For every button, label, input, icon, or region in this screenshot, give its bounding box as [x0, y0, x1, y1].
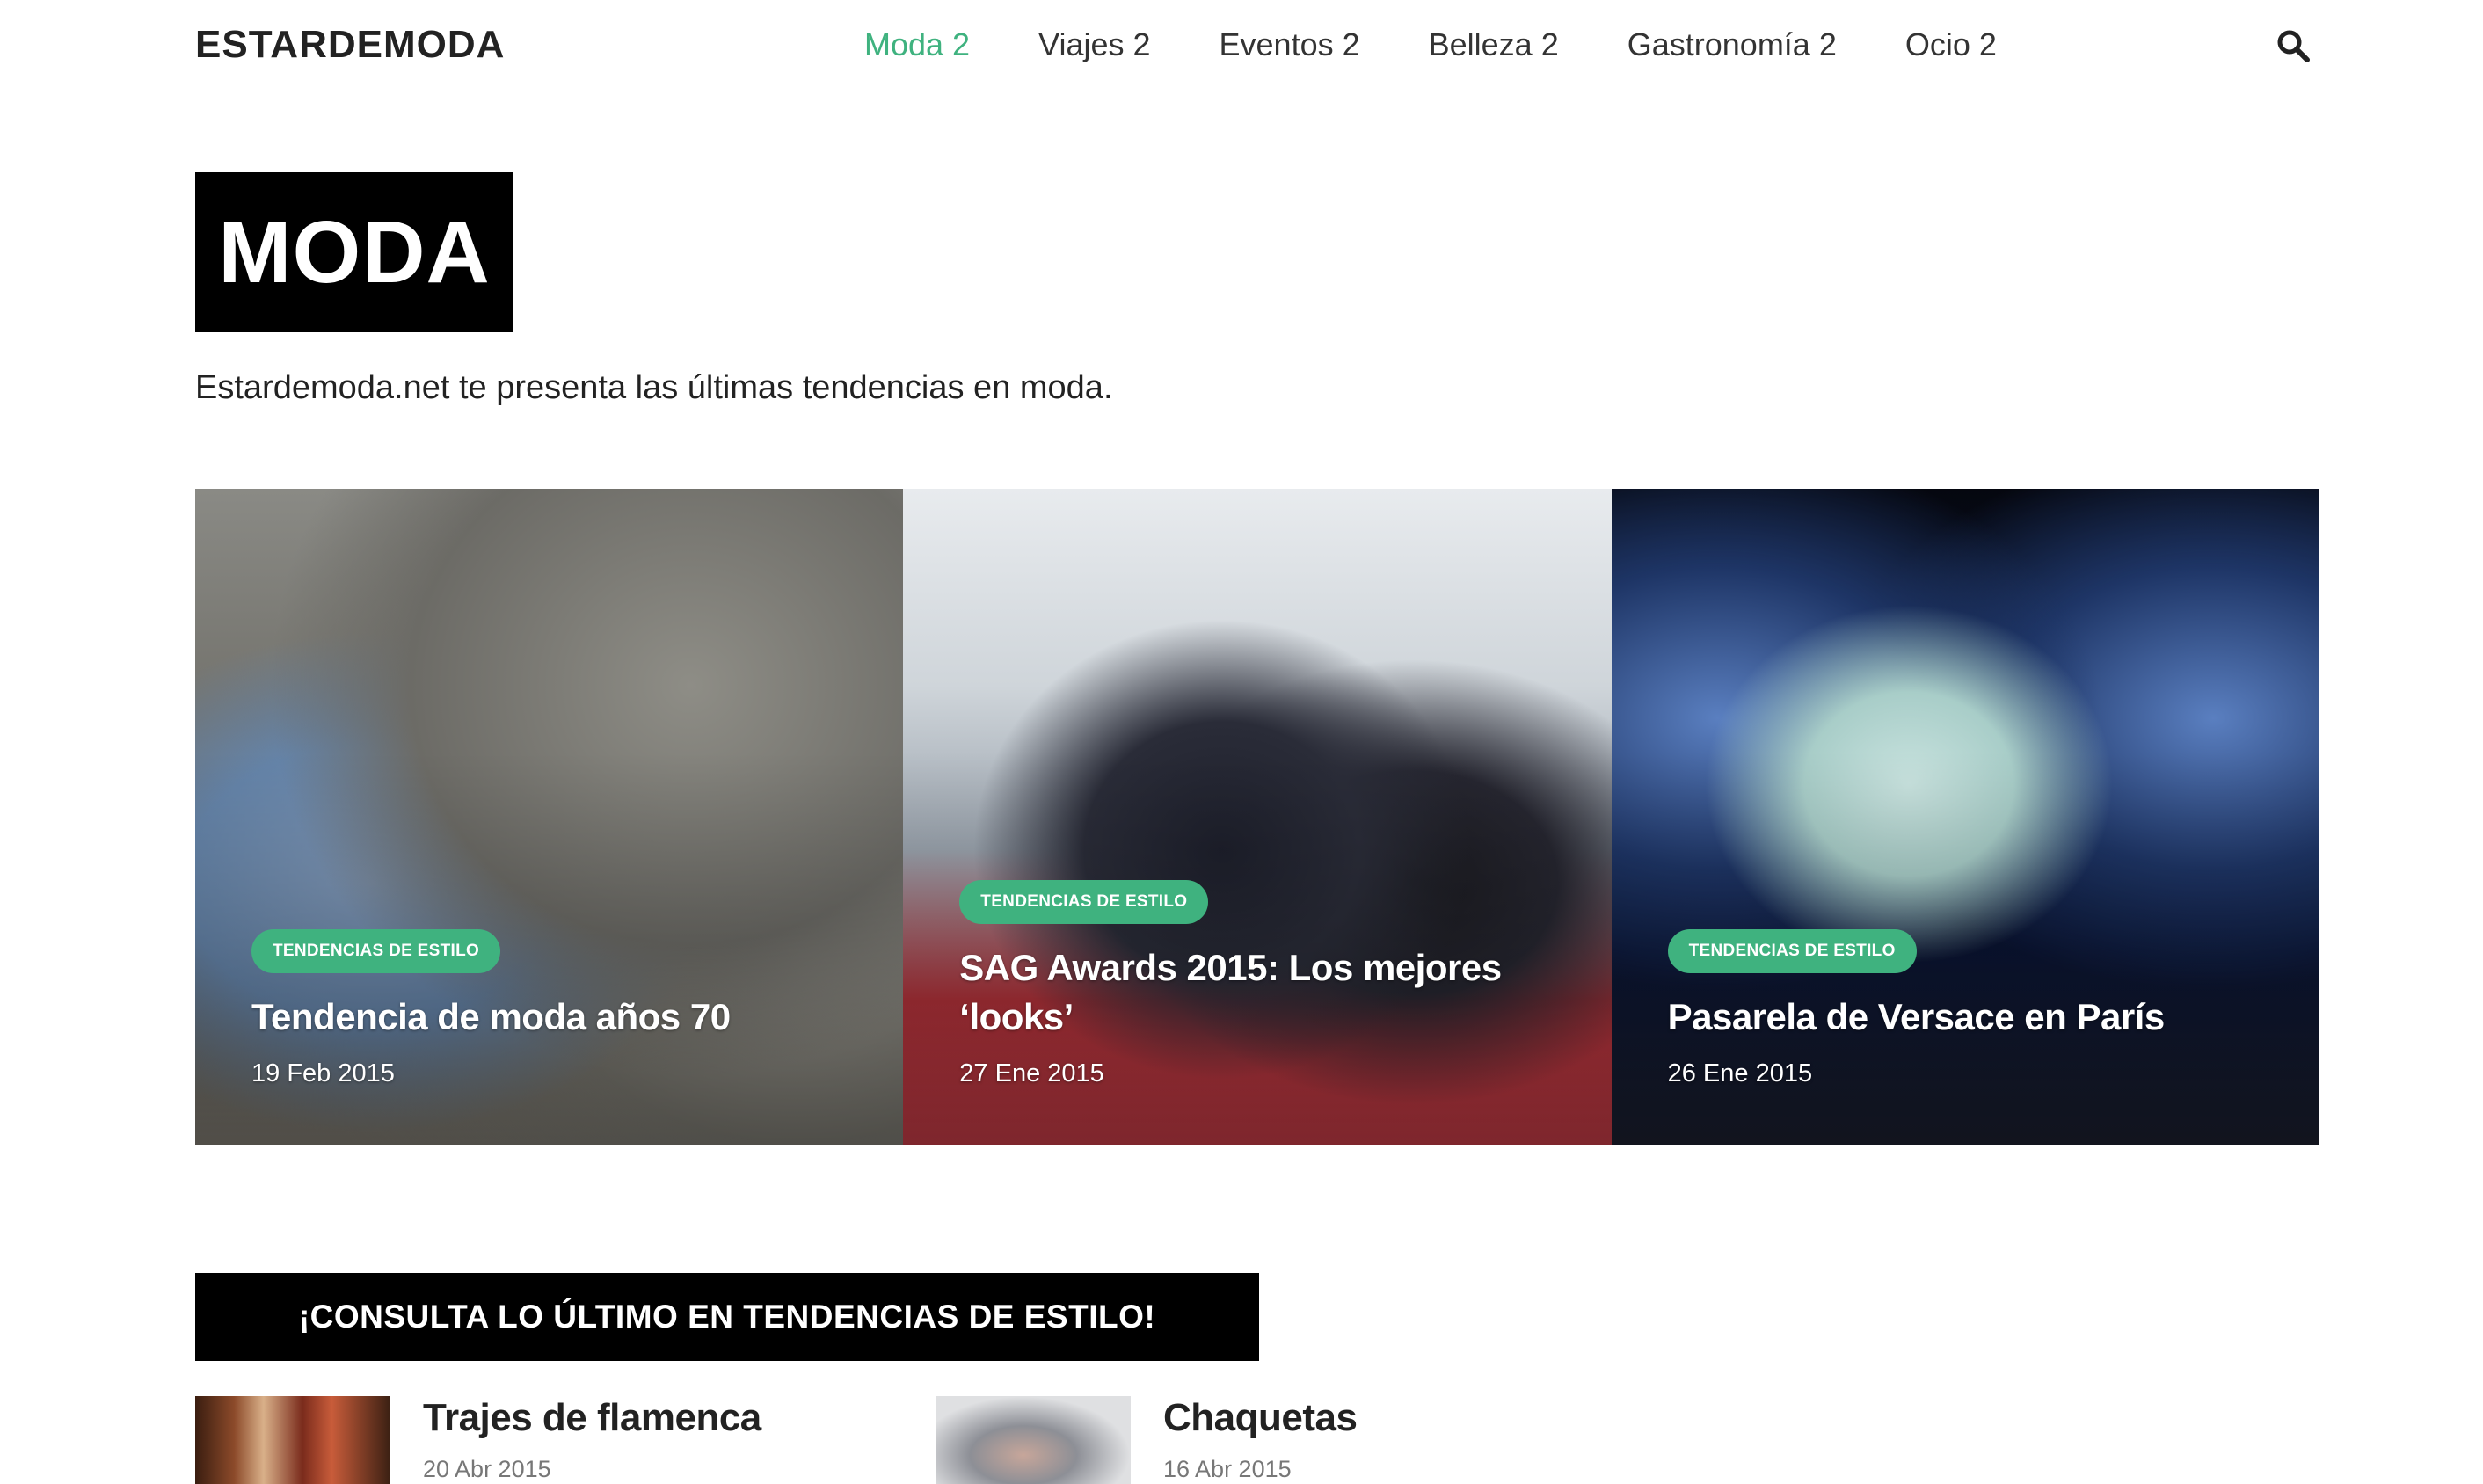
- list-item-text: Chaquetas 16 Abr 2015: [1163, 1396, 1358, 1484]
- featured-card[interactable]: TENDENCIAS DE ESTILO SAG Awards 2015: Lo…: [903, 489, 1612, 1145]
- site-header: ESTARDEMODA Moda 2 Viajes 2 Eventos 2 Be…: [0, 0, 2483, 91]
- nav-item-ocio[interactable]: Ocio 2: [1905, 26, 1997, 63]
- list-item[interactable]: Trajes de flamenca 20 Abr 2015: [195, 1396, 761, 1484]
- category-badge[interactable]: TENDENCIAS DE ESTILO: [959, 880, 1209, 924]
- page-title-box: MODA: [195, 172, 513, 332]
- card-title[interactable]: Pasarela de Versace en París: [1668, 993, 2284, 1042]
- category-badge[interactable]: TENDENCIAS DE ESTILO: [1667, 929, 1917, 973]
- nav-item-belleza[interactable]: Belleza 2: [1429, 26, 1559, 63]
- list-item[interactable]: Chaquetas 16 Abr 2015: [936, 1396, 1358, 1484]
- card-date: 27 Ene 2015: [959, 1059, 1104, 1088]
- card-title[interactable]: Tendencia de moda años 70: [251, 993, 868, 1042]
- featured-cards: TENDENCIAS DE ESTILO Tendencia de moda a…: [195, 489, 2319, 1145]
- list-item-title[interactable]: Chaquetas: [1163, 1396, 1358, 1440]
- list-item-date: 20 Abr 2015: [423, 1456, 551, 1482]
- category-badge[interactable]: TENDENCIAS DE ESTILO: [251, 929, 501, 973]
- page-description: Estardemoda.net te presenta las últimas …: [195, 369, 1113, 406]
- list-item-date: 16 Abr 2015: [1163, 1456, 1292, 1482]
- card-date: 26 Ene 2015: [1667, 1059, 1813, 1088]
- site-logo[interactable]: ESTARDEMODA: [195, 23, 505, 67]
- card-content: TENDENCIAS DE ESTILO SAG Awards 2015: Lo…: [959, 880, 1576, 1088]
- card-content: TENDENCIAS DE ESTILO Pasarela de Versace…: [1667, 929, 2284, 1088]
- list-item-title[interactable]: Trajes de flamenca: [423, 1396, 761, 1440]
- section-heading: ¡CONSULTA LO ÚLTIMO EN TENDENCIAS DE EST…: [298, 1298, 1156, 1335]
- card-content: TENDENCIAS DE ESTILO Tendencia de moda a…: [251, 929, 868, 1088]
- featured-card[interactable]: TENDENCIAS DE ESTILO Tendencia de moda a…: [195, 489, 904, 1145]
- nav-item-moda[interactable]: Moda 2: [864, 26, 970, 63]
- page-title: MODA: [218, 202, 491, 302]
- nav-item-eventos[interactable]: Eventos 2: [1220, 26, 1360, 63]
- featured-card[interactable]: TENDENCIAS DE ESTILO Pasarela de Versace…: [1611, 489, 2319, 1145]
- main-nav: Moda 2 Viajes 2 Eventos 2 Belleza 2 Gast…: [864, 26, 2065, 63]
- list-item-text: Trajes de flamenca 20 Abr 2015: [423, 1396, 761, 1484]
- card-date: 19 Feb 2015: [251, 1059, 395, 1088]
- section-banner: ¡CONSULTA LO ÚLTIMO EN TENDENCIAS DE EST…: [195, 1273, 1259, 1361]
- list-item-thumbnail[interactable]: [195, 1396, 390, 1484]
- search-icon[interactable]: [2275, 28, 2311, 63]
- nav-item-gastronomia[interactable]: Gastronomía 2: [1627, 26, 1837, 63]
- list-item-thumbnail[interactable]: [936, 1396, 1131, 1484]
- card-title[interactable]: SAG Awards 2015: Los mejores ‘looks’: [959, 943, 1576, 1042]
- nav-item-viajes[interactable]: Viajes 2: [1038, 26, 1150, 63]
